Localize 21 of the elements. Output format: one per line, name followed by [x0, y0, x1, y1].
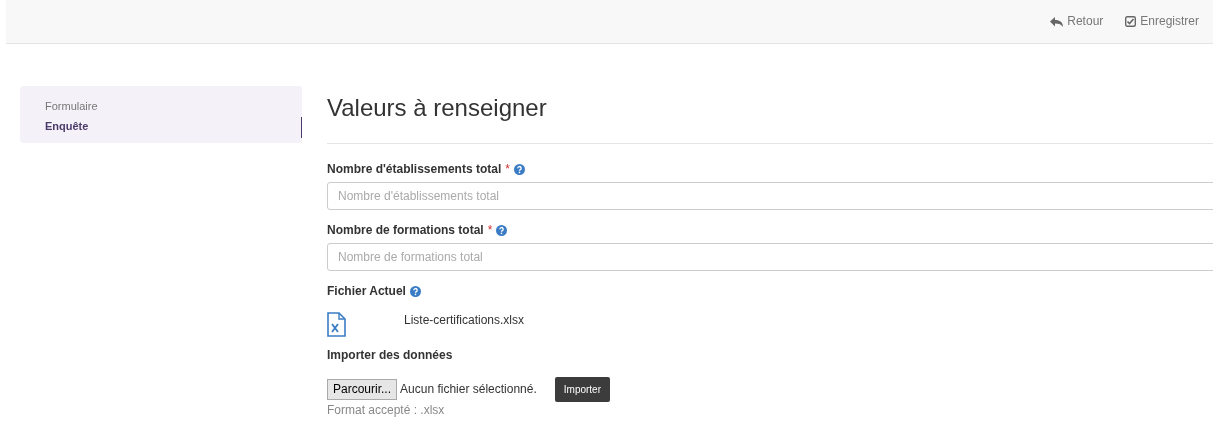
required-mark: * — [487, 222, 493, 239]
field-label: Nombre d'établissements total — [327, 161, 502, 178]
sidebar-item[interactable]: Formulaire — [45, 96, 98, 116]
format-hint: Format accepté : .xlsx — [327, 402, 446, 419]
input-field[interactable]: Nombre d'établissements total — [327, 182, 1213, 211]
section-label: Fichier Actuel — [327, 283, 406, 300]
back-button[interactable]: Retour — [1050, 13, 1104, 30]
required-mark: * — [505, 161, 510, 178]
page-title: Valeurs à renseigner — [327, 94, 548, 122]
import-button[interactable]: Importer — [554, 376, 610, 403]
field-label: Nombre de formations total — [327, 222, 484, 239]
save-button[interactable]: Enregistrer — [1125, 13, 1199, 30]
file-status: Aucun fichier sélectionné. — [400, 381, 537, 398]
browse-button[interactable]: Parcourir... — [327, 379, 398, 400]
input-field[interactable]: Nombre de formations total — [327, 243, 1213, 272]
reply-arrow-icon — [1050, 16, 1064, 27]
sidebar-item[interactable]: Enquête — [45, 116, 89, 136]
checkbox-icon — [1125, 16, 1137, 27]
file-name: Liste-certifications.xlsx — [404, 311, 525, 328]
excel-file-icon — [327, 311, 346, 337]
section-label: Importer des données — [327, 346, 453, 363]
